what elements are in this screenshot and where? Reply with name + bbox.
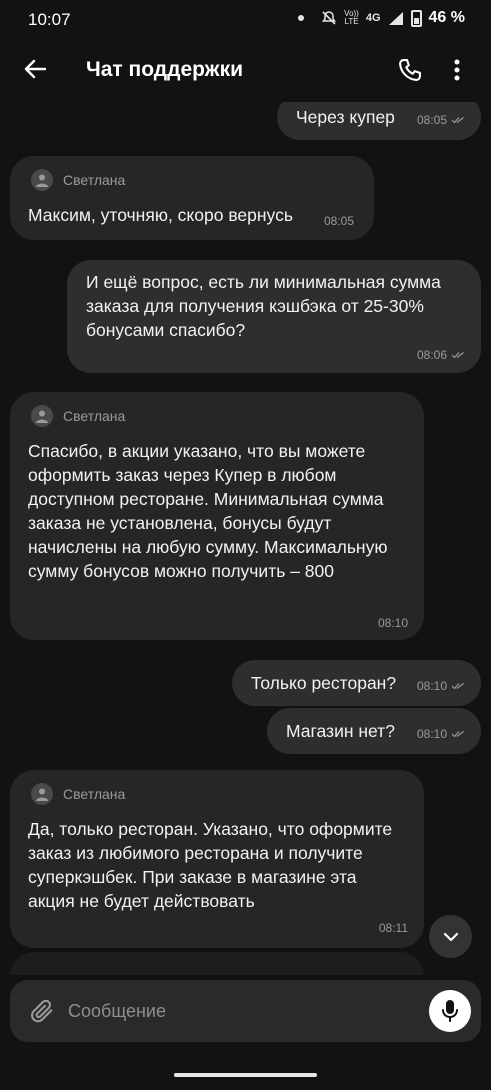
mute-icon [322, 11, 337, 25]
volte-icon: Vo)) LTE [344, 9, 359, 26]
chevron-down-icon [443, 932, 458, 941]
home-indicator[interactable] [174, 1073, 317, 1077]
read-ticks-icon [451, 731, 464, 738]
message-time: 08:11 [378, 921, 408, 935]
phone-icon [399, 59, 421, 81]
back-button[interactable] [18, 52, 52, 86]
read-ticks-icon [451, 117, 464, 124]
message-text: Магазин нет? [286, 721, 395, 741]
user-icon [36, 174, 48, 187]
back-arrow-icon [24, 59, 46, 79]
message-text: Спасибо, в акции указано, что вы можете … [28, 441, 388, 581]
message-incoming[interactable]: Светлана Максим, уточняю, скоро вернусь … [10, 156, 374, 240]
status-time: 10:07 [28, 10, 71, 29]
microphone-icon [442, 1000, 458, 1022]
message-text: Максим, уточняю, скоро вернусь [28, 205, 293, 225]
message-time: 08:06 [417, 348, 465, 362]
message-text: Да, только ресторан. Указано, что оформи… [28, 819, 393, 911]
user-icon [36, 788, 48, 801]
message-composer [10, 980, 481, 1042]
sender-name: Светлана [63, 172, 126, 188]
status-icons: Vo)) LTE 4G 46 % [298, 9, 465, 27]
sender: Светлана [31, 169, 125, 191]
scroll-to-bottom-button[interactable] [429, 915, 472, 958]
sender: Светлана [31, 783, 125, 805]
message-input[interactable] [68, 990, 418, 1032]
message-incoming-partial[interactable] [10, 952, 424, 975]
more-vertical-icon [454, 59, 460, 81]
avatar [31, 169, 53, 191]
status-bar: 10:07 Vo)) LTE 4G 46 % [0, 0, 491, 38]
network-type: 4G [365, 12, 381, 24]
voice-message-button[interactable] [429, 990, 471, 1032]
message-time: 08:10 [417, 679, 465, 693]
notification-dot-icon [298, 15, 305, 21]
sender-name: Светлана [63, 786, 126, 802]
battery-percent: 46 % [428, 9, 465, 26]
avatar [31, 405, 53, 427]
avatar [31, 783, 53, 805]
read-ticks-icon [451, 352, 464, 359]
signal-icon [388, 11, 403, 25]
page-title: Чат поддержки [86, 58, 243, 81]
chat-messages[interactable]: Через купер 08:05 Светлана Максим, уточн… [0, 90, 491, 975]
message-text: Только ресторан? [251, 673, 397, 693]
message-outgoing[interactable]: И ещё вопрос, есть ли минимальная сумма … [67, 260, 481, 373]
message-outgoing[interactable]: Магазин нет? 08:10 [267, 708, 481, 754]
user-icon [36, 410, 48, 423]
paperclip-icon[interactable] [28, 997, 56, 1025]
message-time: 08:05 [324, 214, 355, 228]
battery-icon [410, 9, 422, 27]
more-options-button[interactable] [442, 52, 472, 88]
message-outgoing[interactable]: Только ресторан? 08:10 [232, 660, 481, 706]
sender: Светлана [31, 405, 125, 427]
message-time: 08:10 [417, 727, 465, 741]
app-header: Чат поддержки [0, 38, 491, 102]
message-time: 08:05 [417, 113, 465, 127]
message-text: Через купер [296, 107, 395, 127]
message-time: 08:10 [377, 616, 408, 630]
message-text: И ещё вопрос, есть ли минимальная сумма … [86, 272, 441, 340]
sender-name: Светлана [63, 408, 126, 424]
message-incoming[interactable]: Светлана Спасибо, в акции указано, что в… [10, 392, 424, 640]
message-incoming[interactable]: Светлана Да, только ресторан. Указано, ч… [10, 770, 424, 948]
call-button[interactable] [392, 52, 428, 88]
read-ticks-icon [451, 683, 464, 690]
